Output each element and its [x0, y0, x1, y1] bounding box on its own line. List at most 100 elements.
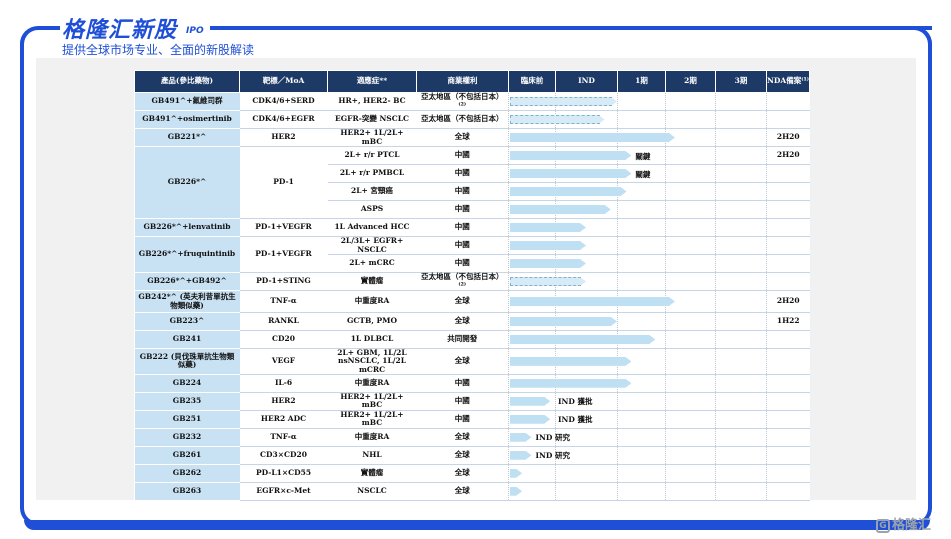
stage-cell — [715, 92, 767, 111]
rights-cell: 全球 — [416, 312, 509, 331]
stage-cell — [715, 218, 767, 237]
stage-cell — [617, 330, 666, 349]
stage-cell — [665, 392, 716, 411]
target-cell: CDK4/6+SERD — [239, 92, 328, 111]
stage-cell — [555, 164, 618, 183]
stage-cell — [555, 200, 618, 219]
stage-cell — [555, 128, 618, 147]
stage-cell — [617, 182, 666, 201]
stage-cell — [665, 200, 716, 219]
indication-cell: 2L/3L+ EGFR+ NSCLC — [327, 236, 417, 255]
indication-cell: HER2+ 1L/2L+ mBC — [327, 410, 417, 429]
stage-cell — [508, 290, 556, 313]
stage-cell — [617, 464, 666, 483]
rights-cell: 中國 — [416, 254, 509, 273]
target-cell: IL-6 — [239, 374, 328, 393]
column-header: 2期 — [665, 70, 716, 93]
stage-cell — [665, 374, 716, 393]
stage-cell — [715, 428, 767, 447]
table-row: GB491^+osimertinib CDK4/6+EGFR EGFR-突變 NSC… — [134, 110, 810, 129]
stage-cell — [508, 446, 556, 465]
table-row: GB226*^+lenvatinib PD-1+VEGFR 1L Advanced … — [134, 218, 810, 237]
indication-cell: 1L DLBCL — [327, 330, 417, 349]
column-header: 產品(參比藥物) — [134, 70, 240, 93]
stage-cell — [508, 312, 556, 331]
stage-cell — [508, 272, 556, 291]
nda-cell — [766, 428, 810, 447]
stage-cell — [555, 392, 618, 411]
stage-cell — [555, 330, 618, 349]
stage-cell — [508, 330, 556, 349]
product-cell: GB226*^+lenvatinib — [134, 218, 240, 237]
stage-cell — [715, 200, 767, 219]
stage-cell — [555, 312, 618, 331]
table-row: GB223^ RANKL GCTB, PMO 全球 1H22 — [134, 312, 810, 331]
stage-cell — [508, 348, 556, 375]
stage-cell — [508, 218, 556, 237]
stage-cell — [665, 290, 716, 313]
stage-cell — [617, 446, 666, 465]
indication-cell: 2L+ mCRC — [327, 254, 417, 273]
stage-cell — [555, 254, 618, 273]
table-row: GB235 HER2 HER2+ 1L/2L+ mBC 中國 — [134, 392, 810, 411]
column-header: 靶標／MoA — [239, 70, 328, 93]
target-cell: HER2 — [239, 128, 328, 147]
stage-cell — [665, 182, 716, 201]
indication-cell: EGFR-突變 NSCLC — [327, 110, 417, 129]
stage-cell — [715, 482, 767, 501]
rights-cell: 中國 — [416, 410, 509, 429]
stage-cell — [715, 410, 767, 429]
rights-cell: 全球 — [416, 290, 509, 313]
rights-cell: 全球 — [416, 464, 509, 483]
stage-cell — [617, 236, 666, 255]
table-row: GB226*^+fruquintinib PD-1+VEGFR 2L/3L+ EGF… — [134, 236, 810, 273]
stage-cell — [715, 464, 767, 483]
stage-cell — [715, 128, 767, 147]
table-row: GB226*^ PD-1 2L+ r/r PTCL 中國 2H20 — [134, 146, 810, 219]
rights-cell: 亞太地區（不包括日本）⁽²⁾ — [416, 272, 509, 291]
table-row: GB221*^ HER2 HER2+ 1L/2L+ mBC 全球 2H20 — [134, 128, 810, 147]
stage-cell — [715, 272, 767, 291]
table-row: GB242*^ (英夫利昔單抗生物類似藥) TNF-α 中重度RA 全球 2H20 — [134, 290, 810, 313]
frame-bottom-bar — [24, 520, 930, 530]
stage-cell — [665, 312, 716, 331]
stage-cell — [665, 428, 716, 447]
rights-cell: 中國 — [416, 164, 509, 183]
stage-cell — [715, 146, 767, 165]
stage-cell — [665, 464, 716, 483]
nda-cell — [766, 392, 810, 411]
table-row: GB262 PD-L1×CD55 實體瘤 全球 — [134, 464, 810, 483]
stage-cell — [555, 272, 618, 291]
column-header: 1期 — [617, 70, 666, 93]
product-cell: GB235 — [134, 392, 240, 411]
stage-cell — [715, 182, 767, 201]
stage-cell — [617, 92, 666, 111]
product-cell: GB261 — [134, 446, 240, 465]
nda-cell — [766, 164, 810, 183]
indication-cell: NSCLC — [327, 482, 417, 501]
table-row: GB232 TNF-α 中重度RA 全球 — [134, 428, 810, 447]
indication-cell: 2L+ r/r PTCL — [327, 146, 417, 165]
target-cell: PD-L1×CD55 — [239, 464, 328, 483]
product-cell: GB491^+氟維司群 — [134, 92, 240, 111]
rights-cell: 全球 — [416, 128, 509, 147]
indication-cell: 2L+ r/r PMBCL — [327, 164, 417, 183]
stage-cell — [715, 236, 767, 255]
stage-cell — [555, 218, 618, 237]
nda-cell — [766, 482, 810, 501]
stage-cell — [715, 254, 767, 273]
stage-cell — [555, 146, 618, 165]
rights-cell: 共同開發 — [416, 330, 509, 349]
target-cell: CD3×CD20 — [239, 446, 328, 465]
table-row: GB241 CD20 1L DLBCL 共同開發 — [134, 330, 810, 349]
product-cell: GB263 — [134, 482, 240, 501]
stage-cell — [665, 348, 716, 375]
stage-cell — [555, 92, 618, 111]
stage-cell — [715, 446, 767, 465]
stage-cell — [508, 482, 556, 501]
nda-cell — [766, 374, 810, 393]
stage-cell — [715, 348, 767, 375]
nda-cell: 2H20 — [766, 128, 810, 147]
stage-cell — [665, 446, 716, 465]
rights-cell: 中國 — [416, 236, 509, 255]
